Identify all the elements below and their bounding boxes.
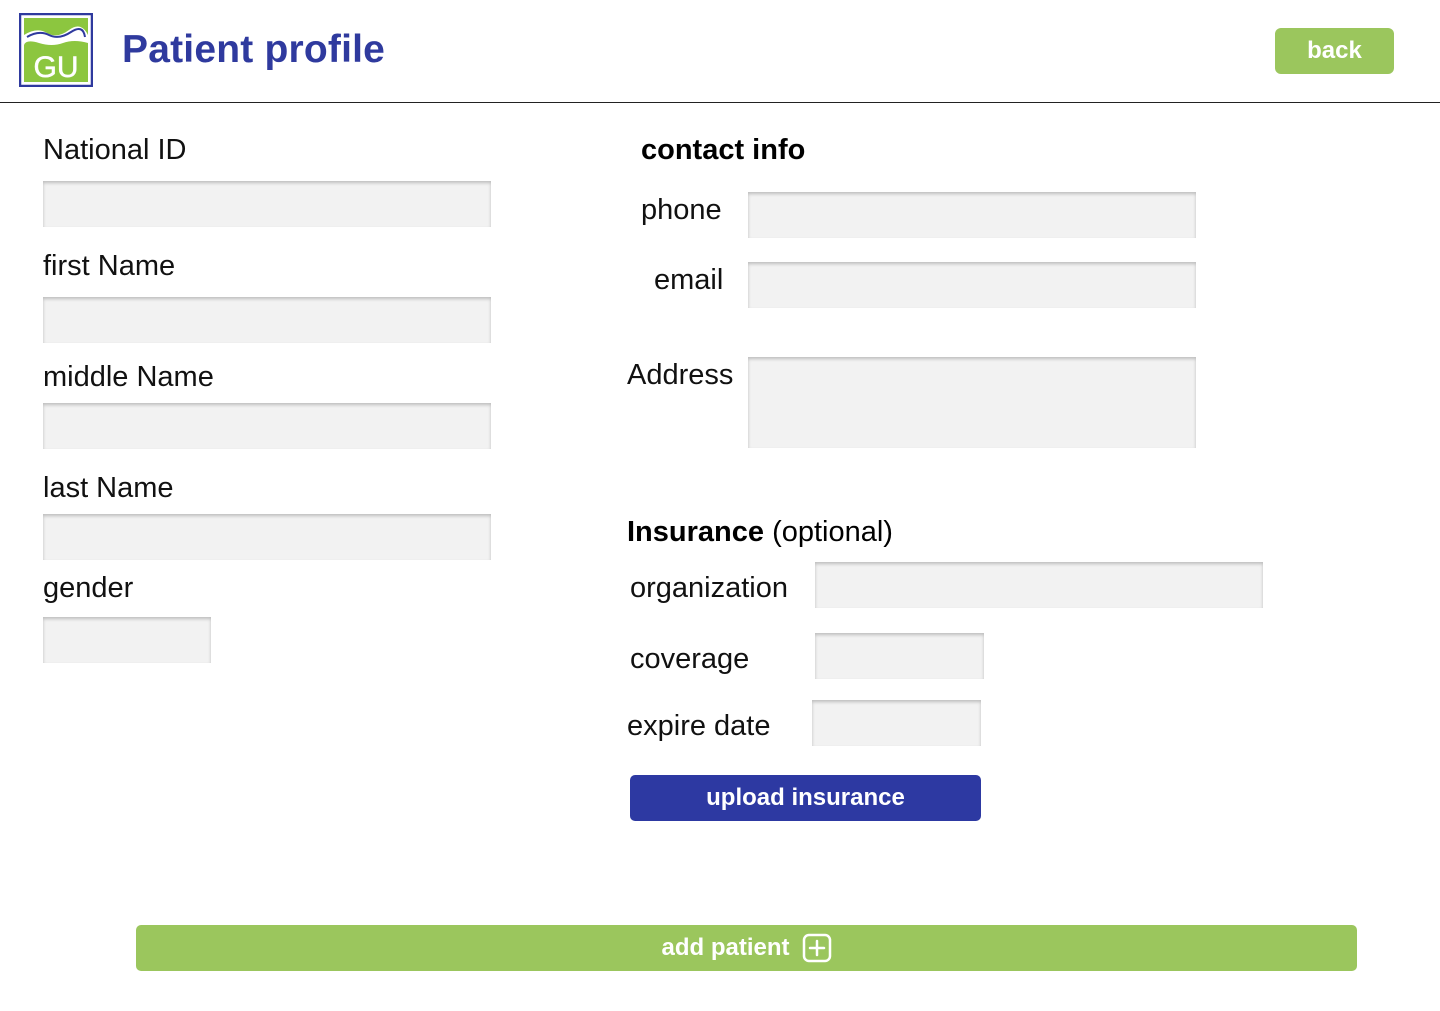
page-title: Patient profile [122, 28, 386, 71]
insurance-heading: Insurance (optional) [627, 514, 893, 550]
insurance-optional-note: (optional) [772, 516, 893, 548]
national-id-input[interactable] [43, 181, 491, 227]
expire-date-input[interactable] [812, 700, 981, 746]
phone-input[interactable] [748, 192, 1196, 238]
gender-label: gender [43, 572, 134, 604]
first-name-label: first Name [43, 250, 176, 282]
insurance-title: Insurance [627, 516, 764, 548]
gu-logo: GU [19, 13, 93, 87]
expire-date-label: expire date [627, 710, 771, 742]
upload-insurance-button[interactable]: upload insurance [630, 775, 981, 821]
contact-info-heading: contact info [641, 134, 806, 166]
coverage-input[interactable] [815, 633, 984, 679]
address-input[interactable] [748, 357, 1196, 448]
coverage-label: coverage [630, 643, 750, 675]
phone-label: phone [641, 194, 722, 226]
last-name-label: last Name [43, 472, 174, 504]
patient-profile-page: GU Patient profile back National ID firs… [0, 0, 1440, 1011]
organization-label: organization [630, 572, 788, 604]
header: GU Patient profile back [0, 0, 1440, 103]
gender-input[interactable] [43, 617, 211, 663]
organization-input[interactable] [815, 562, 1263, 608]
email-input[interactable] [748, 262, 1196, 308]
middle-name-input[interactable] [43, 403, 491, 449]
middle-name-label: middle Name [43, 361, 214, 393]
back-button[interactable]: back [1275, 28, 1394, 74]
last-name-input[interactable] [43, 514, 491, 560]
email-label: email [654, 264, 724, 296]
add-patient-button[interactable]: add patient [136, 925, 1357, 971]
add-patient-label: add patient [661, 934, 790, 961]
first-name-input[interactable] [43, 297, 491, 343]
address-label: Address [627, 359, 734, 391]
plus-square-icon [802, 933, 831, 963]
national-id-label: National ID [43, 134, 187, 166]
logo-text: GU [34, 51, 79, 84]
